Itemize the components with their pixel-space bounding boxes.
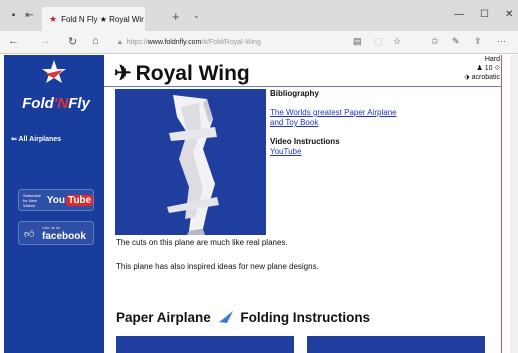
tab-title: Fold N Fly ★ Royal Wir — [61, 14, 144, 24]
tab-royal-wing[interactable]: ★ Fold N Fly ★ Royal Wir × — [42, 7, 145, 31]
more-icon[interactable]: ⋯ — [497, 36, 506, 47]
plane-photo-image — [115, 89, 266, 235]
favorites-hub-icon[interactable]: ✩ — [431, 36, 439, 47]
tab-list-chevron-icon[interactable]: ⌄ — [193, 11, 200, 20]
plane-photo[interactable] — [115, 89, 266, 235]
url-field[interactable]: 🔒︎ https://www.foldnfly.com/#/Fold/Royal-… — [118, 36, 348, 49]
favorite-star-icon[interactable]: ☆ — [393, 36, 401, 47]
facebook-like-button[interactable]: 👍︎ Like us on facebook — [18, 221, 94, 245]
scrollbar[interactable] — [510, 55, 518, 353]
header-divider — [104, 86, 502, 87]
lock-icon: 🔒︎ — [118, 39, 122, 46]
site-logo[interactable]: Fold'NFly — [10, 95, 102, 112]
star-logo-icon — [42, 60, 66, 83]
reading-view-icon[interactable]: ▤ — [353, 36, 362, 47]
star-favicon-icon: ★ — [49, 14, 58, 24]
page-edge-rule — [501, 55, 502, 353]
pen-icon[interactable]: ✎ — [452, 36, 460, 47]
difficulty-label: Hard — [484, 56, 500, 63]
instruction-step-image[interactable] — [307, 336, 485, 353]
video-instructions-heading: Video Instructions — [270, 137, 340, 146]
minimize-button[interactable]: — — [454, 9, 464, 20]
forward-icon[interactable]: → — [40, 35, 51, 47]
address-bar-row: ← → ↻ ⌂ 🔒︎ https://www.foldnfly.com/#/Fol… — [0, 31, 518, 54]
sidebar: Fold'NFly ⇐ All Airplanes Subscribe for … — [4, 55, 104, 353]
distance-label: ♟ 10 ⟐ — [476, 65, 500, 72]
web-page: Fold'NFly ⇐ All Airplanes Subscribe for … — [0, 55, 518, 353]
tag-label: ⬗ acrobatic — [464, 74, 500, 81]
browser-titlebar: ▪ ⇤ ★ Fold N Fly ★ Royal Wir × + ⌄ — ☐ ✕ — [0, 0, 518, 31]
paper-plane-icon — [218, 311, 233, 323]
bibliography-block: Bibliography The Worlds greatest Paper A… — [270, 89, 450, 157]
close-window-button[interactable]: ✕ — [505, 9, 513, 20]
plane-meta: Hard ♟ 10 ⟐ ⬗ acrobatic — [464, 55, 500, 82]
tab-actions-icon[interactable]: ⇤ — [24, 10, 35, 21]
bibliography-heading: Bibliography — [270, 89, 319, 98]
bibliography-link[interactable]: The Worlds greatest Paper Airplane and T… — [270, 108, 400, 128]
description-paragraph-2: This plane has also inspired ideas for n… — [116, 262, 319, 271]
restore-button[interactable]: ☐ — [480, 9, 489, 20]
share-icon[interactable]: ⇪ — [474, 36, 482, 47]
thumbs-up-icon: 👍︎ — [24, 229, 35, 240]
page-title: ✈ Royal Wing — [114, 62, 250, 85]
home-icon[interactable]: ⌂ — [92, 35, 99, 47]
reader-icon[interactable]: ▢ — [374, 36, 383, 47]
tab-empty[interactable] — [145, 7, 169, 31]
all-airplanes-link[interactable]: ⇐ All Airplanes — [11, 135, 61, 143]
description-paragraph-1: The cuts on this plane are much like rea… — [116, 238, 288, 247]
folding-instructions-heading: Paper Airplane Folding Instructions — [116, 310, 371, 325]
youtube-subscribe-button[interactable]: Subscribe for New Videos You Tube — [18, 189, 94, 211]
youtube-link[interactable]: YouTube — [270, 147, 450, 157]
instruction-step-image[interactable] — [116, 336, 294, 353]
airplane-icon: ✈ — [114, 62, 132, 85]
refresh-icon[interactable]: ↻ — [68, 35, 77, 48]
window-menu-icon[interactable]: ▪ — [8, 10, 19, 21]
back-icon[interactable]: ← — [8, 35, 19, 47]
new-tab-button[interactable]: + — [172, 9, 180, 24]
